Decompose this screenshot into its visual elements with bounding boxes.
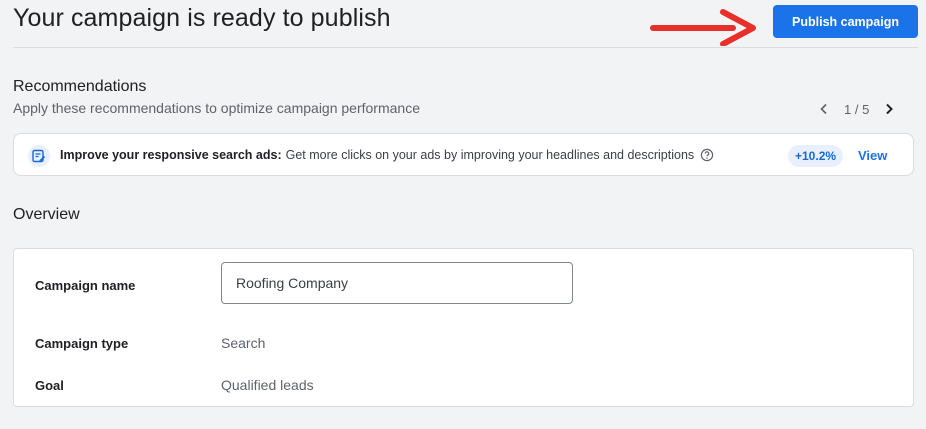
campaign-review-page: Your campaign is ready to publish Publis… [0, 0, 926, 429]
goal-value: Qualified leads [221, 377, 314, 393]
recommendation-heading: Improve your responsive search ads: [60, 148, 282, 162]
uplift-badge: +10.2% [788, 145, 844, 167]
page-header: Your campaign is ready to publish Publis… [13, 0, 918, 48]
page-title: Your campaign is ready to publish [13, 4, 391, 32]
red-arrow-annotation-icon [650, 9, 756, 46]
recommendations-title: Recommendations [13, 78, 147, 95]
recommendation-description: Get more clicks on your ads by improving… [285, 148, 695, 162]
chevron-left-icon [820, 103, 827, 115]
recommendations-subtitle: Apply these recommendations to optimize … [13, 100, 420, 116]
campaign-name-input[interactable] [221, 262, 573, 304]
ad-edit-icon [28, 145, 50, 167]
chevron-right-icon [886, 103, 894, 115]
previous-page-button[interactable] [814, 99, 834, 119]
overview-card: Campaign name Campaign type Search Goal … [13, 248, 914, 407]
help-icon[interactable] [700, 148, 714, 162]
goal-label: Goal [35, 378, 64, 393]
campaign-type-value: Search [221, 335, 266, 351]
publish-campaign-button[interactable]: Publish campaign [773, 5, 918, 38]
recommendations-pager: 1 / 5 [814, 98, 899, 120]
pager-count: 1 / 5 [844, 101, 870, 117]
recommendation-card: Improve your responsive search ads: Get … [13, 133, 914, 176]
campaign-type-label: Campaign type [35, 336, 129, 351]
campaign-name-label: Campaign name [35, 278, 136, 293]
overview-title: Overview [13, 206, 80, 223]
next-page-button[interactable] [879, 99, 899, 119]
recommendation-text: Improve your responsive search ads: Get … [60, 148, 714, 162]
view-recommendation-link[interactable]: View [858, 148, 887, 163]
